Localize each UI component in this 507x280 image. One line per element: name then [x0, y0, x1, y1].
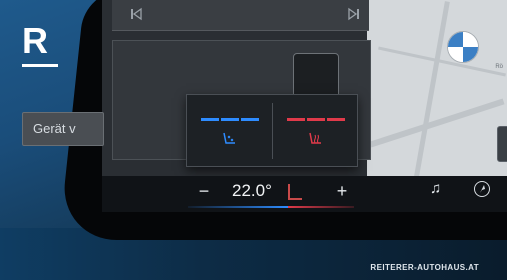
brand-logo: R: [22, 20, 60, 68]
climate-bar: − 22.0° + ♫: [102, 176, 507, 212]
seat-heating-icon: [309, 132, 321, 144]
logo-underline: [22, 64, 58, 67]
temperature-decrease-button[interactable]: −: [194, 181, 214, 202]
device-button[interactable]: Gerät v: [22, 112, 104, 146]
ventilation-level-bar: [201, 109, 259, 121]
watermark: REITERER-AUTOHAUS.AT: [370, 263, 479, 272]
seat-ventilation-button[interactable]: [187, 95, 271, 166]
navigation-recenter-button[interactable]: [497, 126, 507, 162]
skip-next-icon[interactable]: [346, 7, 362, 23]
temperature-gradient-warm: [288, 206, 354, 208]
seat-heat-indicator-icon: [288, 184, 302, 200]
temperature-increase-button[interactable]: +: [332, 181, 352, 202]
seat-climate-popup: [186, 94, 358, 167]
bmw-logo-icon: [447, 31, 479, 63]
media-controls: [112, 0, 369, 31]
temperature-gradient-cold: [188, 206, 288, 208]
skip-previous-icon[interactable]: [128, 7, 144, 23]
temperature-value: 22.0°: [232, 181, 272, 200]
seat-heating-button[interactable]: [273, 95, 357, 166]
navigation-icon[interactable]: [474, 181, 490, 197]
music-note-icon[interactable]: ♫: [430, 180, 441, 197]
heating-level-bar: [287, 109, 345, 121]
street-label: Rö: [495, 64, 503, 70]
recenter-icon: [498, 127, 507, 161]
seat-cooling-icon: [223, 132, 235, 144]
logo-letter: R: [22, 20, 48, 61]
